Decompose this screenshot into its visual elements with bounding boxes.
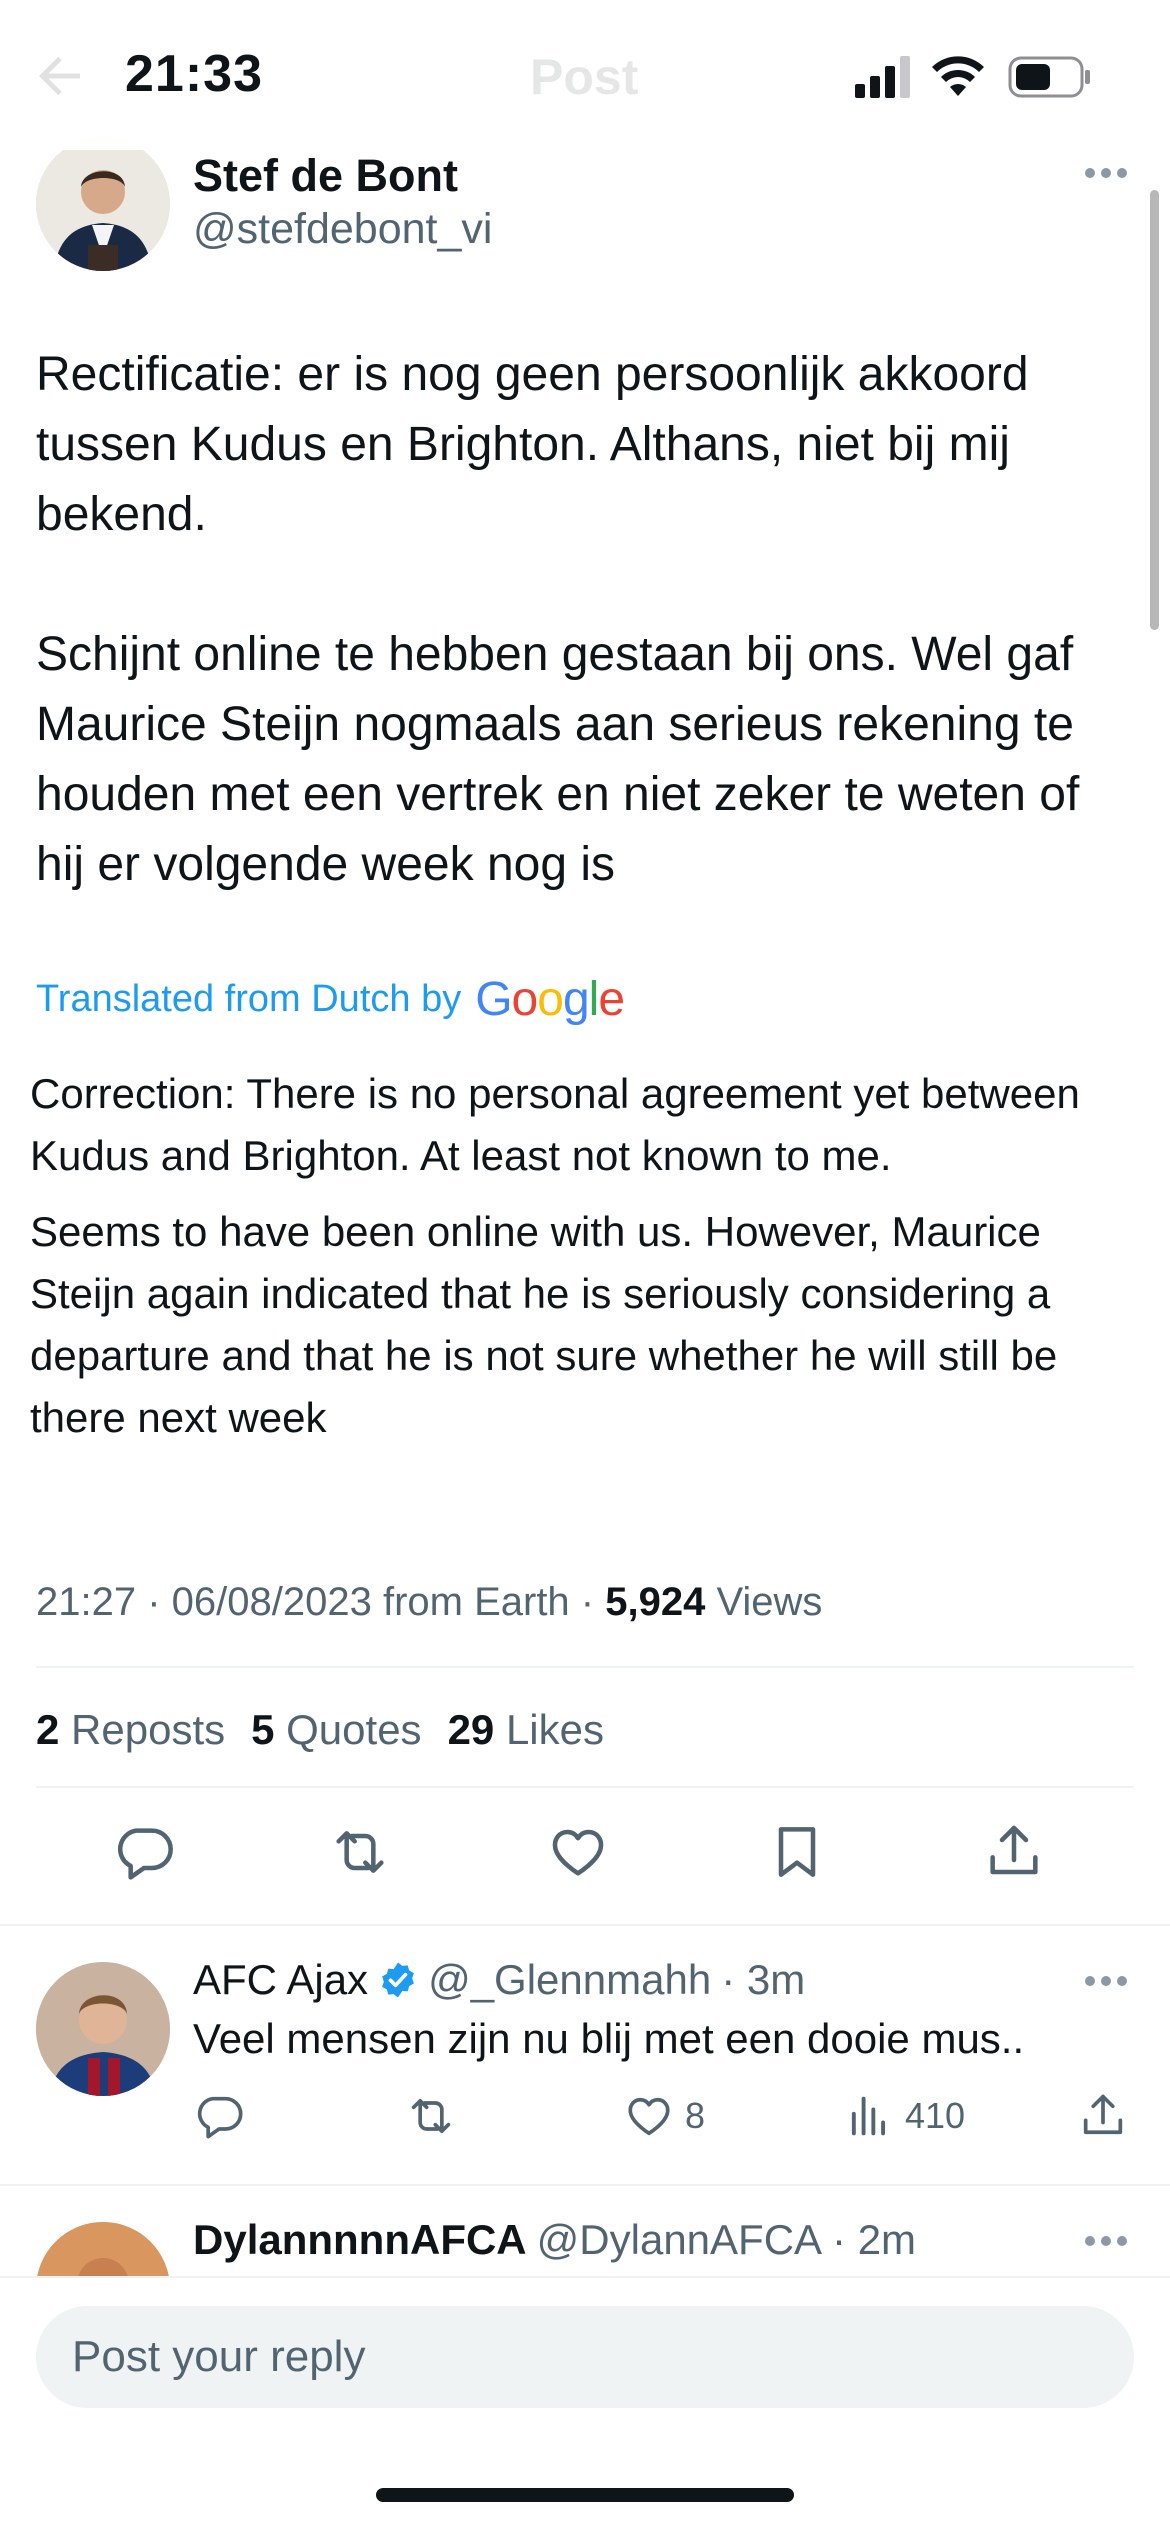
reply-author-name[interactable]: AFC Ajax [193,1956,368,2004]
views-label: Views [705,1580,823,1624]
author-handle[interactable]: @stefdebont_vi [193,205,492,254]
divider [0,1924,1170,1926]
divider [36,1666,1134,1668]
more-options-icon[interactable] [1083,1966,1129,1996]
like-icon [628,2097,670,2136]
reply-author-handle[interactable]: @_Glennmahh [428,1956,711,2004]
reply-text: Veel mensen zijn nu blij met een dooie m… [193,2015,1025,2062]
tweet-text: Rectificatie: er is nog geen persoonlijk… [36,340,1136,970]
translation-paragraph: Correction: There is no personal agreeme… [30,1070,1080,1179]
reply-action-bar: 8 410 [193,2090,1133,2150]
google-logo: Google [475,973,625,1026]
tweet-meta: 21:27 · 06/08/2023 from Earth · 5,924 Vi… [36,1580,822,1625]
share-icon[interactable] [982,1820,1046,1884]
reply-icon[interactable] [112,1820,176,1884]
repost-icon [411,2098,451,2134]
reply-author-handle[interactable]: @DylannAFCA [537,2216,822,2264]
engagement-stats: 2 Reposts 5 Quotes 29 Likes [36,1706,604,1754]
translation-attribution[interactable]: Translated from Dutch by Google [36,972,625,1027]
translated-text: Correction: There is no personal agreeme… [30,1063,1140,1463]
action-bar [0,1820,1170,1900]
views-count: 5,924 [605,1580,706,1624]
tweet-paragraph: Schijnt online te hebben gestaan bij ons… [36,628,1080,891]
reply-header: AFC Ajax @_Glennmahh · 3m [193,1956,805,2004]
author-name[interactable]: Stef de Bont [193,150,458,202]
avatar[interactable] [36,1962,170,2096]
nav-title: Post [530,49,639,105]
reply-header: DylannnnnAFCA @DylannAFCA · 2m [193,2216,916,2264]
status-time: 21:33 [125,45,263,103]
reply-icon [197,2096,243,2139]
more-options-icon[interactable] [1083,158,1129,188]
timestamp: 21:27 · 06/08/2023 from Earth · [36,1580,606,1624]
wifi-icon [932,56,984,96]
like-button[interactable]: 8 [623,2090,705,2142]
status-bar: Post 21:33 [0,0,1170,150]
view-count: 410 [905,2095,966,2136]
reply-input[interactable] [36,2306,1134,2408]
battery-icon [1008,56,1090,98]
home-indicator[interactable] [376,2488,794,2502]
like-count: 8 [685,2095,706,2136]
more-options-icon[interactable] [1083,2226,1129,2256]
reply-time: · 3m [721,1956,806,2003]
cellular-signal-icon [855,56,910,98]
verified-badge-icon [382,1962,414,1998]
reply-author-name[interactable]: DylannnnnAFCA [193,2216,527,2264]
views-button[interactable]: 410 [843,2090,965,2142]
back-arrow-icon[interactable] [30,46,90,106]
divider [36,1786,1134,1788]
translated-label: Translated from Dutch by [36,978,462,1020]
like-icon[interactable] [546,1820,610,1884]
scrollbar[interactable] [1150,190,1159,630]
reply-button[interactable] [193,2090,245,2142]
repost-icon[interactable] [328,1820,392,1884]
avatar[interactable] [36,137,170,271]
translation-paragraph: Seems to have been online with us. Howev… [30,1208,1058,1441]
repost-button[interactable] [405,2090,457,2142]
analytics-icon [851,2096,886,2136]
divider [0,2184,1170,2186]
reply-time: · 2m [832,2216,917,2263]
reposts-stat[interactable]: 2 Reposts [36,1706,225,1754]
share-icon [1083,2094,1123,2135]
quotes-stat[interactable]: 5 Quotes [251,1706,421,1754]
tweet-paragraph: Rectificatie: er is nog geen persoonlijk… [36,348,1029,541]
reply-composer-bar [0,2276,1170,2532]
likes-stat[interactable]: 29 Likes [448,1706,604,1754]
bookmark-icon[interactable] [765,1820,829,1884]
share-button[interactable] [1077,2090,1129,2142]
